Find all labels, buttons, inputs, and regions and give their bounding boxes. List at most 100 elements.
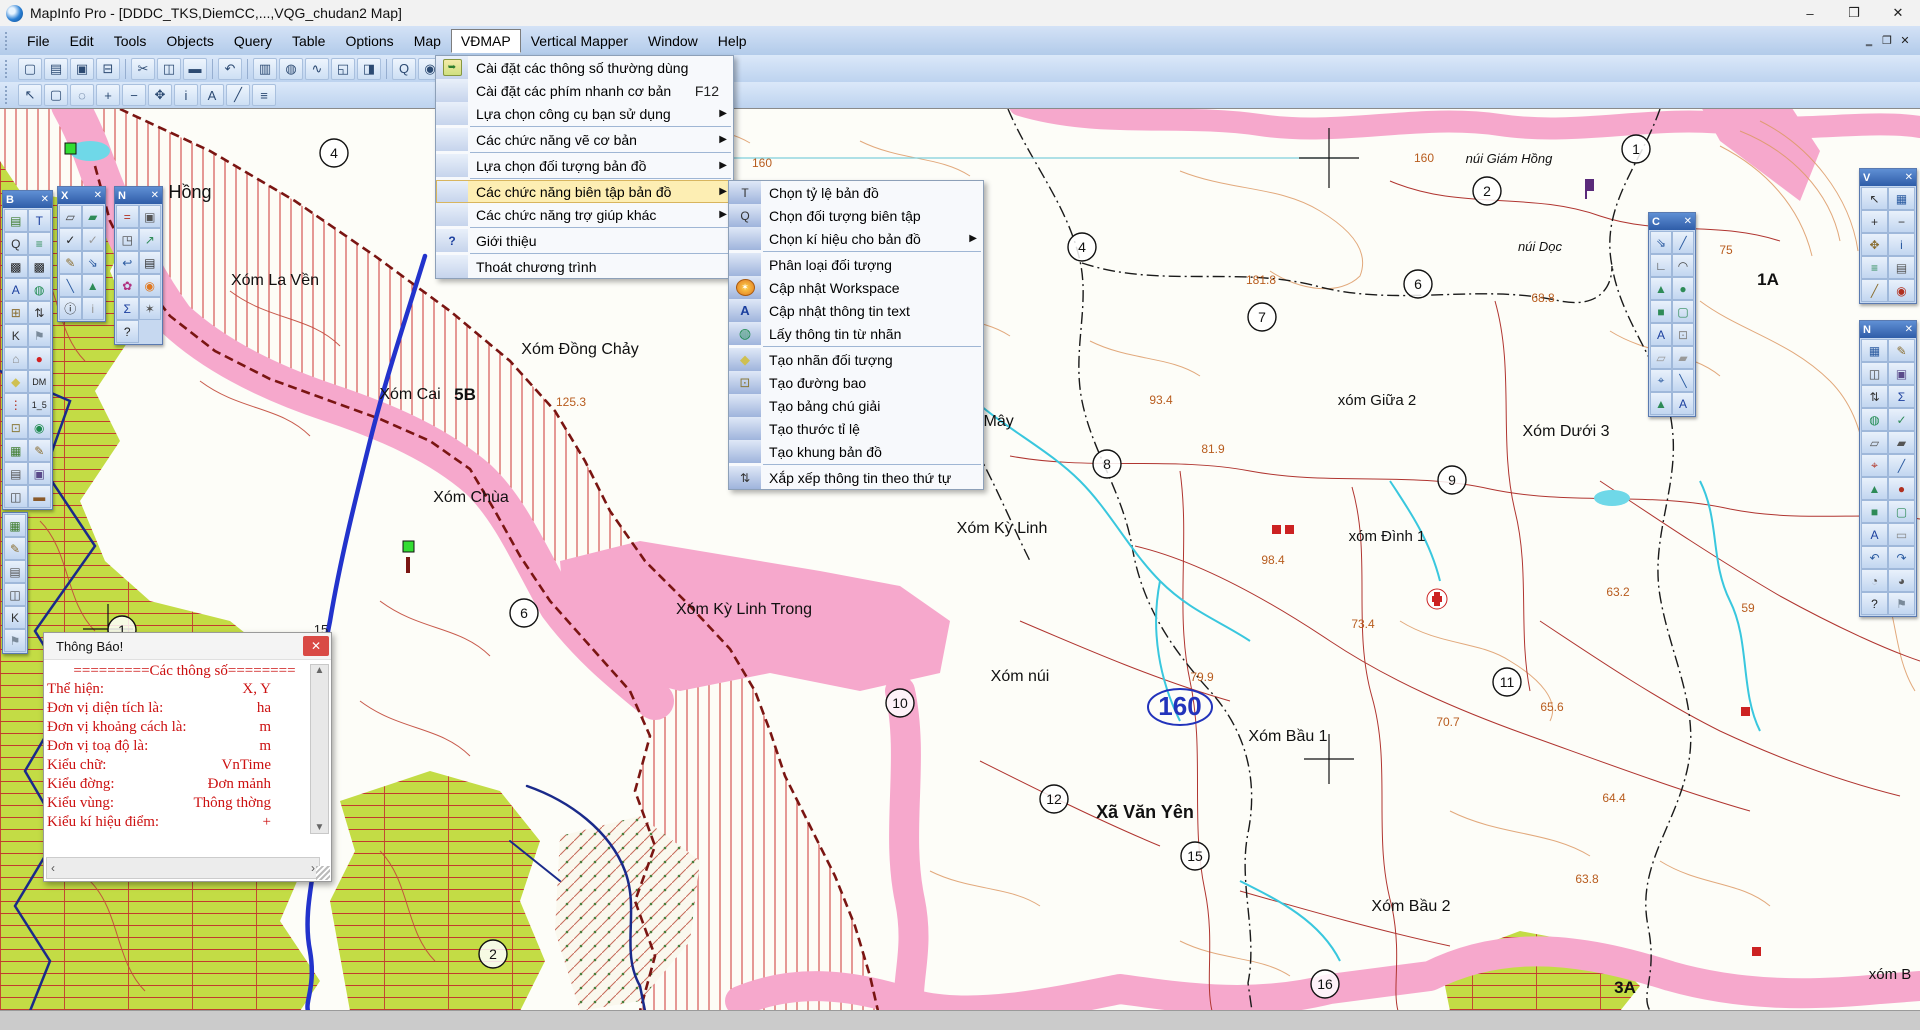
scale-15-icon[interactable]: 1_5 (28, 393, 52, 416)
sum-icon[interactable]: Σ (116, 297, 139, 320)
menu-map[interactable]: Map (404, 29, 451, 53)
menu-item-các-chức-năng-biên-tập-bản-đồ[interactable]: Các chức năng biên tập bản đồ▶ (436, 180, 733, 203)
round-rect-icon[interactable]: ▢ (1672, 300, 1694, 323)
menu-query[interactable]: Query (224, 29, 282, 53)
globe2-icon[interactable]: ◉ (28, 416, 52, 439)
frame-icon[interactable]: ⊡ (4, 416, 28, 439)
polyline-icon[interactable]: ∟ (1650, 254, 1672, 277)
save-icon[interactable]: ▣ (1888, 362, 1915, 385)
mdi-minimize-icon[interactable]: ‗ (1860, 33, 1878, 49)
sort-az-icon[interactable]: ⇅ (28, 301, 52, 324)
marquee-select-icon[interactable]: ▢ (44, 84, 68, 106)
edit-icon[interactable]: ✎ (59, 251, 82, 274)
chart-icon[interactable]: ↗ (139, 228, 162, 251)
menu-item-tạo-khung-bản-đồ[interactable]: Tạo khung bản đồ (729, 440, 983, 463)
line-arrow-icon[interactable]: ╲ (1672, 369, 1694, 392)
undo-icon[interactable]: ↶ (1861, 546, 1888, 569)
cut-icon[interactable]: ✂ (131, 58, 155, 80)
toolbar-title-bar[interactable]: N✕ (115, 187, 162, 204)
menu-item-chọn-kí-hiệu-cho-bản-đồ[interactable]: Chọn kí hiệu cho bản đồ▶ (729, 227, 983, 250)
menu-vertical-mapper[interactable]: Vertical Mapper (521, 29, 638, 53)
flag-icon[interactable]: ⚑ (28, 324, 52, 347)
frame-icon[interactable]: ▭ (1888, 523, 1915, 546)
grid-icon[interactable]: ▦ (1861, 339, 1888, 362)
menu-item-cập-nhật-thông-tin-text[interactable]: ACập nhật thông tin text (729, 299, 983, 322)
grid-icon[interactable]: ▦ (4, 514, 26, 537)
equals-icon[interactable]: = (116, 205, 139, 228)
menu-item-chọn-đối-tượng-biên-tập[interactable]: QChọn đối tượng biên tập (729, 204, 983, 227)
point-icon[interactable]: ● (1888, 477, 1915, 500)
info-icon[interactable]: i (1888, 233, 1915, 256)
copy-icon[interactable]: ◫ (4, 583, 26, 606)
reshape-icon[interactable]: ▱ (1650, 346, 1672, 369)
raster-icon[interactable]: ▩ (4, 255, 28, 278)
copy-icon[interactable]: ◫ (1861, 362, 1888, 385)
toolbar-close-icon[interactable]: ✕ (1684, 216, 1692, 227)
info-icon[interactable]: i (174, 84, 198, 106)
select-icon[interactable]: ↖ (1861, 187, 1888, 210)
node-icon[interactable]: ▰ (1888, 431, 1915, 454)
menu-item-các-chức-năng-vẽ-cơ-bản[interactable]: Các chức năng vẽ cơ bản▶ (436, 128, 733, 151)
scroll-down-icon[interactable]: ▼ (315, 822, 325, 833)
tools-icon[interactable]: ✶ (139, 297, 162, 320)
menu-item-lựa-chọn-đối-tượng-bản-đồ[interactable]: Lựa chọn đối tượng bản đồ▶ (436, 154, 733, 177)
print-icon[interactable]: ⊟ (96, 58, 120, 80)
menu-file[interactable]: File (17, 29, 60, 53)
shield-icon[interactable]: ◉ (139, 274, 162, 297)
toolbar-close-icon[interactable]: ✕ (151, 190, 159, 201)
line-icon[interactable]: ╱ (1888, 454, 1915, 477)
polygon-tool-icon[interactable]: ▲ (82, 274, 105, 297)
layer-control-icon[interactable]: ≡ (252, 84, 276, 106)
grid-icon[interactable]: ▦ (1888, 187, 1915, 210)
toolbar-close-icon[interactable]: ✕ (94, 190, 102, 201)
menu-item-lựa-chọn-công-cụ-bạn-sử-dụng[interactable]: Lựa chọn công cụ bạn sử dụng▶ (436, 102, 733, 125)
new-table-icon[interactable]: ▢ (18, 58, 42, 80)
toolbar-close-icon[interactable]: ✕ (1905, 324, 1913, 335)
traffic-icon[interactable]: ⋮ (4, 393, 28, 416)
text-icon[interactable]: A (1861, 523, 1888, 546)
arc-icon[interactable]: ◠ (1672, 254, 1694, 277)
ellipse-icon[interactable]: ● (1672, 277, 1694, 300)
polygon-icon[interactable]: ▲ (1650, 277, 1672, 300)
polygon-flag-icon[interactable]: ▲ (1650, 392, 1672, 415)
select-arrow-icon[interactable]: ↖ (18, 84, 42, 106)
menu-item-tạo-bảng-chú-giải[interactable]: Tạo bảng chú giải (729, 394, 983, 417)
target-icon[interactable]: ◉ (1888, 279, 1915, 302)
dialog-vertical-scrollbar[interactable]: ▲ ▼ (310, 664, 329, 834)
add-node-icon[interactable]: ▰ (82, 205, 105, 228)
back-icon[interactable]: ↩ (116, 251, 139, 274)
sum-icon[interactable]: Σ (1888, 385, 1915, 408)
paste-icon[interactable]: ▬ (183, 58, 207, 80)
maximize-button[interactable]: ❒ (1832, 1, 1876, 25)
menu-help[interactable]: Help (708, 29, 757, 53)
dialog-close-icon[interactable]: ✕ (303, 636, 329, 656)
menu-tools[interactable]: Tools (104, 29, 157, 53)
confirm-icon[interactable]: ✓ (59, 228, 82, 251)
save-icon[interactable]: ▣ (28, 462, 52, 485)
menu-item-phân-loại-đối-tượng[interactable]: Phân loại đối tượng (729, 253, 983, 276)
new-redistrict-icon[interactable]: ◨ (357, 58, 381, 80)
doc-icon[interactable]: ▤ (4, 560, 26, 583)
radius-select-icon[interactable]: ◌ (70, 84, 94, 106)
undo-icon[interactable]: ↶ (218, 58, 242, 80)
menu-item-tạo-đường-bao[interactable]: ⊡Tạo đường bao (729, 371, 983, 394)
menu-item-các-chức-năng-trợ-giúp-khác[interactable]: Các chức năng trợ giúp khác▶ (436, 203, 733, 226)
dialog-horizontal-scrollbar[interactable]: ‹ › (46, 857, 320, 879)
pan-icon[interactable]: ✥ (148, 84, 172, 106)
workspace-icon[interactable]: ▤ (4, 209, 28, 232)
redo-icon[interactable]: ↷ (1888, 546, 1915, 569)
globe-icon[interactable]: ◍ (28, 278, 52, 301)
menu-item-cập-nhật-workspace[interactable]: ✶Cập nhật Workspace (729, 276, 983, 299)
camera-icon[interactable]: ▣ (139, 205, 162, 228)
save-table-icon[interactable]: ▣ (70, 58, 94, 80)
k-icon[interactable]: K (4, 606, 26, 629)
sort-icon[interactable]: ⇅ (1861, 385, 1888, 408)
toolbar-title-bar[interactable]: B✕ (3, 191, 52, 208)
pencil-icon[interactable]: ✎ (4, 537, 26, 560)
new-mapper-icon[interactable]: ◍ (279, 58, 303, 80)
flag-icon[interactable]: ⚑ (4, 629, 26, 652)
pan-icon[interactable]: ✥ (1861, 233, 1888, 256)
open-table-icon[interactable]: ▤ (44, 58, 68, 80)
close-button[interactable]: ✕ (1876, 1, 1920, 25)
raster2-icon[interactable]: ▩ (28, 255, 52, 278)
